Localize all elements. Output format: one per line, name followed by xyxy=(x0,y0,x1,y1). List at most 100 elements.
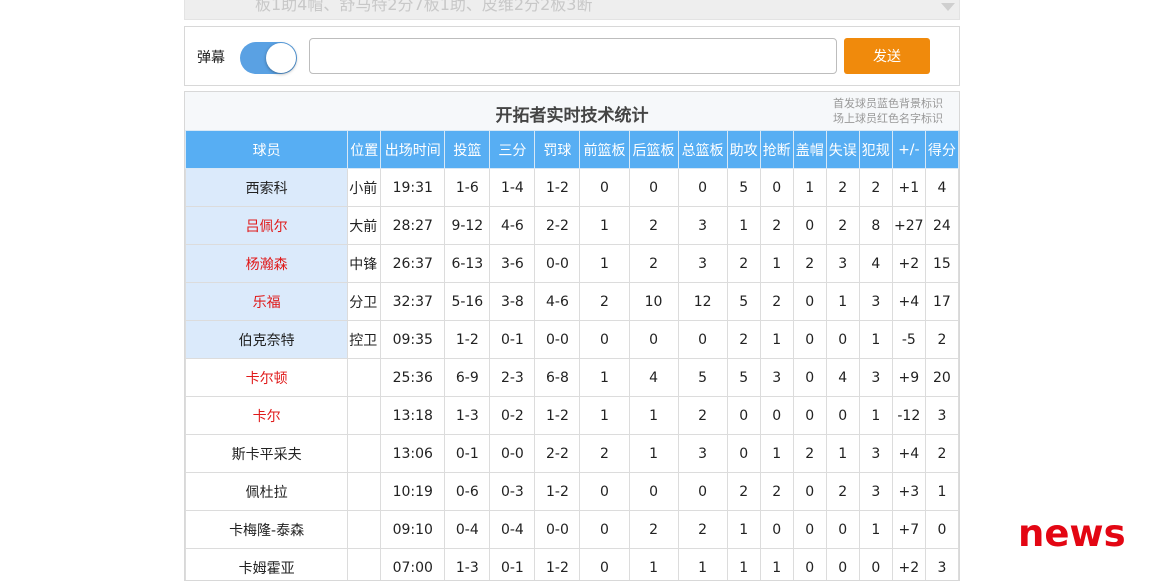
player-name-cell: 伯克奈特 xyxy=(186,321,348,359)
stat-cell-dreb: 1 xyxy=(629,549,678,581)
stat-cell-reb: 3 xyxy=(678,435,727,473)
table-row: 卡姆霍亚07:001-30-11-201111000+23 xyxy=(186,549,959,581)
stat-cell-tp: 0-0 xyxy=(490,435,535,473)
stat-cell-reb: 1 xyxy=(678,549,727,581)
stat-cell-blk: 0 xyxy=(793,473,826,511)
stat-cell-dreb: 4 xyxy=(629,359,678,397)
stat-cell-dreb: 0 xyxy=(629,473,678,511)
stat-cell-pts: 15 xyxy=(925,245,958,283)
danmaku-label: 弹幕 xyxy=(197,47,225,67)
stat-cell-pf: 1 xyxy=(859,397,892,435)
table-row: 卡尔13:181-30-21-211200001-123 xyxy=(186,397,959,435)
stat-cell-ft: 2-2 xyxy=(535,207,580,245)
column-header: 犯规 xyxy=(859,131,892,169)
stats-table: 球员位置出场时间投篮三分罚球前篮板后篮板总篮板助攻抢断盖帽失误犯规+/-得分 西… xyxy=(185,130,959,581)
stat-cell-tp: 0-1 xyxy=(490,549,535,581)
stat-cell-pts: 2 xyxy=(925,435,958,473)
stats-header: 开拓者实时技术统计 首发球员蓝色背景标识 场上球员红色名字标识 xyxy=(185,92,959,130)
stat-cell-pf: 2 xyxy=(859,169,892,207)
stat-cell-tp: 4-6 xyxy=(490,207,535,245)
stat-cell-pm: +2 xyxy=(892,245,925,283)
stat-cell-pm: +27 xyxy=(892,207,925,245)
stat-cell-fg: 6-9 xyxy=(445,359,490,397)
stat-cell-stl: 1 xyxy=(760,245,793,283)
column-header: 抢断 xyxy=(760,131,793,169)
stat-cell-ast: 5 xyxy=(727,169,760,207)
stat-cell-ft: 0-0 xyxy=(535,511,580,549)
position-cell: 中锋 xyxy=(348,245,381,283)
stat-cell-fg: 1-3 xyxy=(445,549,490,581)
stat-cell-stl: 1 xyxy=(760,549,793,581)
stat-cell-ast: 5 xyxy=(727,359,760,397)
table-row: 吕佩尔大前28:279-124-62-212312028+2724 xyxy=(186,207,959,245)
column-header: 出场时间 xyxy=(381,131,445,169)
stat-cell-fg: 1-2 xyxy=(445,321,490,359)
stat-cell-pts: 1 xyxy=(925,473,958,511)
column-header: 得分 xyxy=(925,131,958,169)
stat-cell-oreb: 0 xyxy=(580,549,629,581)
column-header: 盖帽 xyxy=(793,131,826,169)
stat-cell-ft: 1-2 xyxy=(535,473,580,511)
column-header: 三分 xyxy=(490,131,535,169)
table-row: 佩杜拉10:190-60-31-200022023+31 xyxy=(186,473,959,511)
stat-cell-pm: +2 xyxy=(892,549,925,581)
stat-cell-blk: 0 xyxy=(793,511,826,549)
player-name-cell: 卡尔 xyxy=(186,397,348,435)
stat-cell-min: 32:37 xyxy=(381,283,445,321)
stat-cell-dreb: 10 xyxy=(629,283,678,321)
stat-cell-min: 13:18 xyxy=(381,397,445,435)
stat-cell-oreb: 1 xyxy=(580,207,629,245)
player-name-cell: 斯卡平采夫 xyxy=(186,435,348,473)
position-cell xyxy=(348,359,381,397)
chevron-down-icon[interactable] xyxy=(941,3,955,11)
stat-cell-tp: 0-2 xyxy=(490,397,535,435)
stat-cell-oreb: 1 xyxy=(580,397,629,435)
stat-cell-ast: 0 xyxy=(727,397,760,435)
stat-cell-pf: 8 xyxy=(859,207,892,245)
stat-cell-pf: 3 xyxy=(859,283,892,321)
player-name-cell: 卡尔顿 xyxy=(186,359,348,397)
stat-cell-fg: 1-3 xyxy=(445,397,490,435)
stat-cell-ft: 6-8 xyxy=(535,359,580,397)
send-button[interactable]: 发送 xyxy=(844,38,930,74)
stat-cell-reb: 3 xyxy=(678,207,727,245)
stat-cell-reb: 2 xyxy=(678,511,727,549)
legend-on-court: 场上球员红色名字标识 xyxy=(833,111,943,126)
stat-cell-tov: 1 xyxy=(826,283,859,321)
position-cell xyxy=(348,511,381,549)
danmaku-toggle[interactable] xyxy=(240,42,297,74)
stat-cell-tov: 4 xyxy=(826,359,859,397)
stat-cell-tp: 3-6 xyxy=(490,245,535,283)
toggle-knob xyxy=(266,43,296,73)
stat-cell-pts: 0 xyxy=(925,511,958,549)
danmaku-input[interactable] xyxy=(309,38,837,74)
table-row: 伯克奈特控卫09:351-20-10-000021001-52 xyxy=(186,321,959,359)
table-row: 斯卡平采夫13:060-10-02-221301213+42 xyxy=(186,435,959,473)
stat-cell-tp: 3-8 xyxy=(490,283,535,321)
stat-cell-tov: 2 xyxy=(826,207,859,245)
stat-cell-tov: 0 xyxy=(826,549,859,581)
position-cell: 小前 xyxy=(348,169,381,207)
stat-cell-dreb: 1 xyxy=(629,397,678,435)
column-header: 前篮板 xyxy=(580,131,629,169)
stat-cell-tov: 2 xyxy=(826,473,859,511)
stat-cell-min: 13:06 xyxy=(381,435,445,473)
table-row: 杨瀚森中锋26:376-133-60-012321234+215 xyxy=(186,245,959,283)
stat-cell-stl: 3 xyxy=(760,359,793,397)
stat-cell-tp: 0-1 xyxy=(490,321,535,359)
stat-cell-pf: 1 xyxy=(859,321,892,359)
column-header: 球员 xyxy=(186,131,348,169)
table-row: 卡梅隆-泰森09:100-40-40-002210001+70 xyxy=(186,511,959,549)
stat-cell-ft: 1-2 xyxy=(535,549,580,581)
stat-cell-reb: 2 xyxy=(678,397,727,435)
stat-cell-pf: 3 xyxy=(859,359,892,397)
news-watermark-logo: news xyxy=(1018,512,1126,555)
column-header: 总篮板 xyxy=(678,131,727,169)
stat-cell-pts: 3 xyxy=(925,397,958,435)
table-body: 西索科小前19:311-61-41-200050122+14吕佩尔大前28:27… xyxy=(186,169,959,581)
stat-cell-stl: 1 xyxy=(760,435,793,473)
column-header: 失误 xyxy=(826,131,859,169)
stat-cell-stl: 2 xyxy=(760,473,793,511)
stat-cell-reb: 0 xyxy=(678,473,727,511)
stat-cell-reb: 0 xyxy=(678,321,727,359)
